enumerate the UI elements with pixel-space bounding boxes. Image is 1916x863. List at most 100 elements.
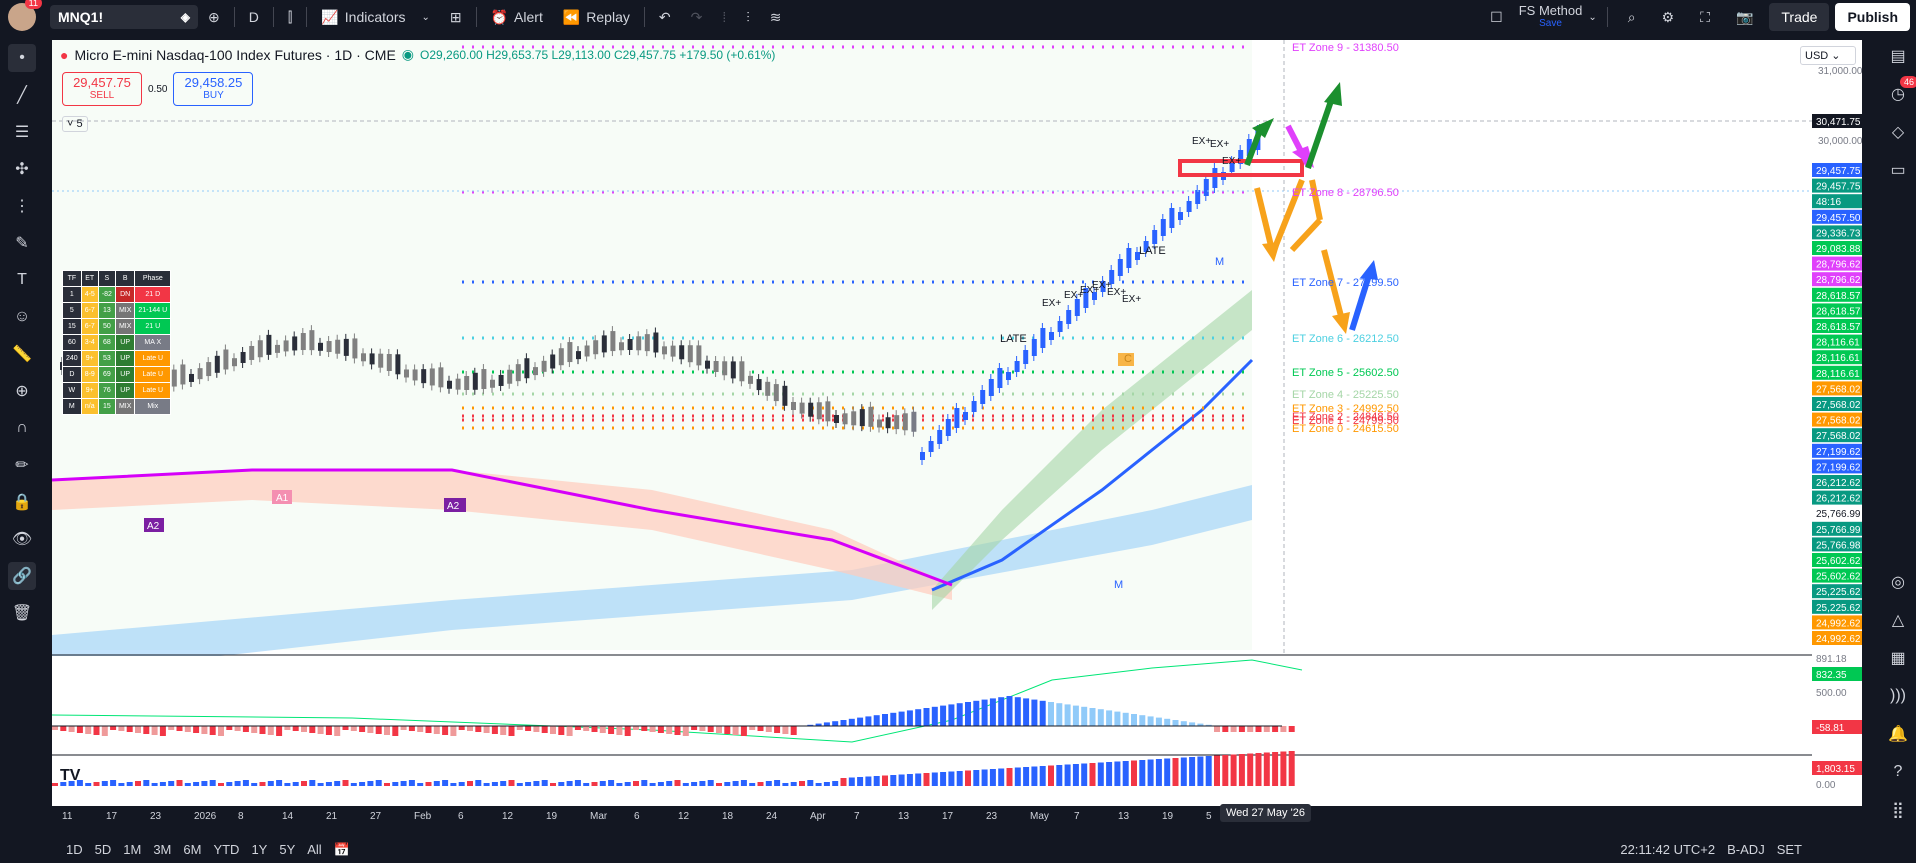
- chat-button[interactable]: ▭: [1886, 158, 1910, 182]
- candle-body: [1014, 361, 1020, 372]
- histogram-bar: [301, 726, 307, 732]
- indicators-icon: 📈: [321, 8, 339, 25]
- sell-button[interactable]: 29,457.75 SELL: [62, 72, 142, 106]
- histogram-bar: [1280, 726, 1287, 732]
- price-label: 24,992.62: [1816, 634, 1861, 645]
- adjustment-label[interactable]: B-ADJ: [1727, 842, 1765, 857]
- undo-button[interactable]: ↶: [649, 0, 681, 34]
- lock-tool[interactable]: 🔒: [8, 488, 36, 516]
- remove-drawings-tool[interactable]: 🗑: [8, 599, 36, 627]
- chart-type-button[interactable]: ⫿: [278, 0, 302, 34]
- histogram-bar: [981, 769, 988, 786]
- magnet-tool[interactable]: ∩: [8, 414, 36, 442]
- currency-selector[interactable]: USD ⌄: [1800, 46, 1856, 65]
- settings-button[interactable]: ⚙: [1652, 0, 1685, 34]
- help-button[interactable]: ?: [1886, 760, 1910, 784]
- calendar-button[interactable]: ▦: [1886, 646, 1910, 670]
- range-button-1d[interactable]: 1D: [66, 842, 83, 857]
- clock-label[interactable]: 22:11:42 UTC+2: [1620, 842, 1715, 857]
- candle-body: [782, 385, 788, 406]
- candle-body: [1074, 299, 1080, 316]
- range-button-ytd[interactable]: YTD: [213, 842, 239, 857]
- user-avatar[interactable]: 11: [8, 0, 42, 31]
- layout-selector[interactable]: FS Method Save: [1519, 4, 1583, 30]
- candle-body: [808, 402, 814, 417]
- apps-button[interactable]: ⣿: [1886, 798, 1910, 822]
- fib-tool[interactable]: ⋮: [8, 192, 36, 220]
- watchlist-button[interactable]: ▤: [1886, 44, 1910, 68]
- zoom-tool[interactable]: ⊕: [8, 377, 36, 405]
- ideas-button[interactable]: △: [1886, 608, 1910, 632]
- notifications-button[interactable]: 🔔: [1886, 722, 1910, 746]
- pitchfork-tool[interactable]: ✣: [8, 155, 36, 183]
- histogram-bar: [1031, 699, 1038, 726]
- time-tick-label: 7: [854, 811, 860, 822]
- histogram-bar: [442, 780, 449, 786]
- brush-tool[interactable]: ✎: [8, 229, 36, 257]
- emoji-tool[interactable]: ☺: [8, 303, 36, 331]
- histogram-bar: [1006, 768, 1013, 786]
- histogram-bar: [516, 783, 523, 786]
- time-tick-label: 17: [106, 811, 118, 822]
- strategy-button[interactable]: ⫶: [736, 0, 760, 34]
- chart-canvas[interactable]: ET Zone 9 - 31380.50 ET Zone 8 - 28796.50…: [52, 40, 1862, 824]
- alert-button[interactable]: ⏰ Alert: [481, 0, 553, 34]
- trendline-tool[interactable]: ╱: [8, 81, 36, 109]
- alerts-panel-button[interactable]: ◷ 46: [1886, 76, 1916, 106]
- currency-label: USD: [1805, 50, 1829, 62]
- stay-drawing-tool[interactable]: ✏: [8, 451, 36, 479]
- grid-icon: ⊞: [449, 8, 462, 25]
- date-range-icon[interactable]: 📅: [334, 842, 350, 858]
- histogram-bar: [1189, 757, 1196, 786]
- horizontal-lines-tool[interactable]: ☰: [8, 118, 36, 146]
- layout-square-button[interactable]: ☐: [1480, 0, 1513, 34]
- symbol-menu-icon[interactable]: ◈: [181, 10, 190, 24]
- magnet-icon: ∩: [16, 419, 28, 436]
- table-cell: 6-7: [80, 318, 99, 335]
- sync-drawings-tool[interactable]: 🔗: [8, 562, 36, 590]
- visibility-tool[interactable]: 👁: [8, 525, 36, 553]
- chart-container[interactable]: ET Zone 9 - 31380.50 ET Zone 8 - 28796.50…: [52, 40, 1862, 824]
- range-button-5y[interactable]: 5Y: [279, 842, 295, 857]
- templates-button[interactable]: ⊞: [440, 0, 472, 34]
- target-button[interactable]: ◎: [1886, 570, 1910, 594]
- range-button-3m[interactable]: 3M: [153, 842, 171, 857]
- zoom-icon: ⊕: [15, 383, 29, 400]
- range-button-1y[interactable]: 1Y: [251, 842, 267, 857]
- indicators-button[interactable]: 📈 Indicators ⌄: [311, 0, 440, 34]
- quick-search-button[interactable]: ⌕: [1618, 0, 1646, 34]
- chevron-down-icon[interactable]: ⌄: [1588, 12, 1596, 23]
- redo-button[interactable]: ↷: [681, 0, 713, 34]
- chevron-down-icon[interactable]: ⌄: [421, 12, 429, 23]
- histogram-bar: [384, 726, 390, 735]
- range-button-1m[interactable]: 1M: [123, 842, 141, 857]
- histogram-bar: [267, 726, 274, 735]
- drag-handle[interactable]: ⁞: [712, 0, 736, 34]
- text-tool[interactable]: T: [8, 266, 36, 294]
- range-button-5d[interactable]: 5D: [95, 842, 112, 857]
- histogram-bar: [1288, 726, 1295, 732]
- replay-button[interactable]: ⏪ Replay: [553, 0, 640, 34]
- trade-button[interactable]: Trade: [1769, 3, 1830, 31]
- snapshot-button[interactable]: 📷: [1726, 0, 1763, 34]
- fullscreen-button[interactable]: ⛶: [1690, 0, 1720, 34]
- range-button-all[interactable]: All: [307, 842, 321, 857]
- compare-button[interactable]: ⊕: [198, 0, 230, 34]
- indicators-collapse-toggle[interactable]: ˅ 5: [62, 116, 88, 132]
- ruler-tool[interactable]: 📏: [8, 340, 36, 368]
- legend-title[interactable]: Micro E-mini Nasdaq-100 Index Futures · …: [74, 47, 395, 63]
- histogram-bar: [550, 726, 556, 734]
- stream-button[interactable]: ))): [1886, 684, 1910, 708]
- session-label[interactable]: SET: [1777, 842, 1802, 857]
- symbol-search[interactable]: MNQ1! ◈: [50, 5, 198, 29]
- histogram-bar: [1097, 709, 1104, 726]
- pattern-button[interactable]: ≋: [760, 0, 792, 34]
- publish-button[interactable]: Publish: [1835, 3, 1910, 31]
- range-button-6m[interactable]: 6M: [183, 842, 201, 857]
- layers-button[interactable]: ◇: [1886, 120, 1910, 144]
- buy-button[interactable]: 29,458.25 BUY: [173, 72, 254, 106]
- histogram-bar: [1164, 758, 1171, 786]
- candle-body: [180, 364, 186, 385]
- crosshair-tool[interactable]: •: [8, 44, 36, 72]
- timeframe-button[interactable]: D: [239, 0, 269, 34]
